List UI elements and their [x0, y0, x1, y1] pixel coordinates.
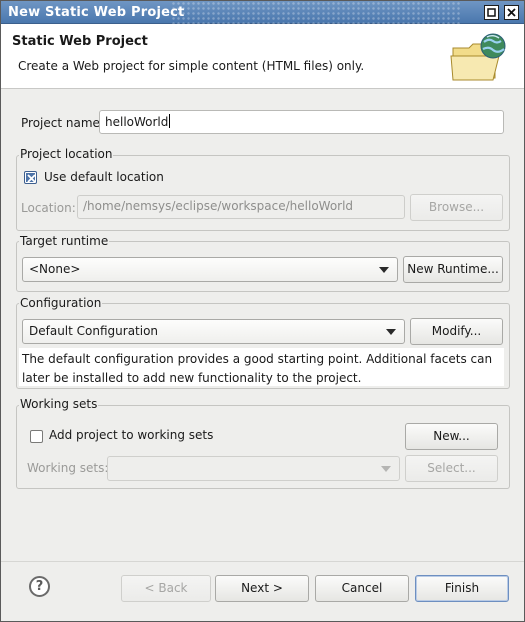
add-to-working-sets-checkbox[interactable]	[30, 430, 43, 443]
select-working-sets-button[interactable]: Select...	[405, 455, 498, 482]
project-location-group-title: Project location	[19, 147, 114, 161]
target-runtime-selected: <None>	[29, 262, 81, 276]
new-runtime-button[interactable]: New Runtime...	[403, 256, 503, 283]
project-name-label: Project name:	[21, 116, 104, 130]
title-bar-pattern	[171, 1, 461, 24]
maximize-button[interactable]	[484, 5, 499, 20]
target-runtime-group-title: Target runtime	[19, 234, 110, 248]
use-default-location-label[interactable]: Use default location	[44, 170, 164, 184]
cancel-button[interactable]: Cancel	[315, 575, 409, 602]
working-sets-label: Working sets:	[27, 461, 109, 475]
configuration-group-title: Configuration	[19, 296, 103, 310]
location-label: Location:	[21, 201, 76, 215]
target-runtime-select[interactable]: <None>	[22, 257, 398, 282]
configuration-select[interactable]: Default Configuration	[22, 319, 405, 344]
web-project-folder-icon	[450, 33, 506, 81]
text-caret	[169, 114, 171, 128]
wizard-header: Static Web Project Create a Web project …	[1, 24, 524, 89]
back-button[interactable]: < Back	[121, 575, 211, 602]
project-name-value: helloWorld	[105, 115, 169, 129]
working-sets-select[interactable]	[107, 456, 400, 481]
title-bar[interactable]: New Static Web Project	[1, 1, 524, 24]
maximize-icon	[487, 8, 496, 17]
browse-button[interactable]: Browse...	[410, 194, 503, 221]
close-button[interactable]	[504, 5, 519, 20]
add-to-working-sets-label[interactable]: Add project to working sets	[49, 428, 213, 442]
next-button[interactable]: Next >	[215, 575, 309, 602]
modify-button[interactable]: Modify...	[410, 318, 503, 345]
window-title: New Static Web Project	[8, 5, 185, 20]
location-input[interactable]: /home/nemsys/eclipse/workspace/helloWorl…	[77, 195, 405, 219]
configuration-selected: Default Configuration	[29, 324, 159, 338]
wizard-page-description: Create a Web project for simple content …	[18, 59, 365, 73]
new-working-set-button[interactable]: New...	[405, 423, 498, 450]
chevron-down-icon	[379, 267, 389, 273]
checkbox-x-icon	[27, 174, 36, 183]
help-button[interactable]: ?	[29, 576, 50, 597]
finish-button[interactable]: Finish	[415, 575, 509, 602]
working-sets-group-title: Working sets	[19, 397, 99, 411]
wizard-page-title: Static Web Project	[12, 34, 148, 49]
chevron-down-icon	[381, 466, 391, 472]
chevron-down-icon	[386, 329, 396, 335]
location-value: /home/nemsys/eclipse/workspace/helloWorl…	[83, 199, 354, 213]
project-name-input[interactable]: helloWorld	[99, 110, 504, 134]
configuration-description: The default configuration provides a goo…	[19, 348, 504, 386]
close-icon	[507, 8, 516, 17]
dialog-window: New Static Web Project Static Web Projec…	[0, 0, 525, 622]
use-default-location-checkbox[interactable]	[24, 171, 37, 184]
